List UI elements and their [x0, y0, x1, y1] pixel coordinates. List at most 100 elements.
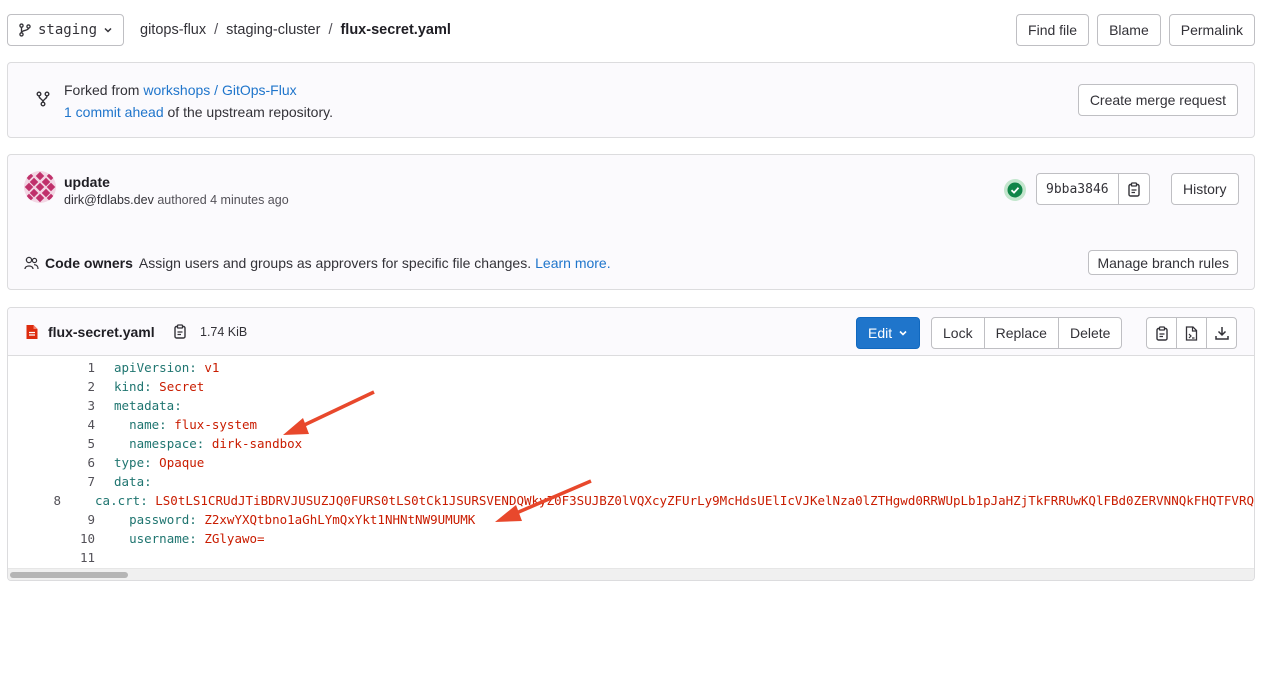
breadcrumb-project[interactable]: gitops-flux	[140, 22, 206, 38]
branch-icon	[19, 23, 31, 37]
yaml-key: ca.crt	[95, 493, 141, 508]
scrollbar-thumb[interactable]	[10, 572, 128, 578]
breadcrumb-separator: /	[214, 22, 219, 38]
code-line: 1 apiVersion: v1	[8, 358, 1254, 377]
line-number[interactable]: 2	[8, 377, 95, 396]
commit-meta: dirk@fdlabs.dev authored 4 minutes ago	[64, 193, 289, 207]
code-line: 9 password: Z2xwYXQtbno1aGhLYmQxYkt1NHNt…	[8, 510, 1254, 529]
copy-contents-button[interactable]	[1146, 317, 1177, 349]
fork-source-text: Forked from workshops / GitOps-Flux	[64, 82, 297, 98]
avatar[interactable]	[24, 171, 56, 203]
copy-icon[interactable]	[173, 324, 187, 339]
find-file-button[interactable]: Find file	[1016, 14, 1090, 46]
line-number[interactable]: 9	[8, 510, 95, 529]
file-icon	[26, 325, 38, 339]
commit-authored: authored 4 minutes ago	[157, 193, 289, 207]
chevron-down-icon	[899, 330, 907, 336]
yaml-value: v1	[204, 360, 220, 375]
yaml-key: kind	[114, 379, 145, 394]
horizontal-scrollbar[interactable]	[8, 568, 1254, 580]
code-content: username: ZGlyawo=	[129, 531, 265, 546]
breadcrumb-folder[interactable]: staging-cluster	[226, 22, 320, 38]
replace-button[interactable]: Replace	[983, 317, 1059, 349]
line-number[interactable]: 10	[8, 529, 95, 548]
commit-author[interactable]: dirk@fdlabs.dev	[64, 193, 154, 207]
code-content: ca.crt: LS0tLS1CRUdJTiBDRVJUSUZJQ0FURS0t…	[95, 493, 1254, 508]
code-content: name: flux-system	[129, 417, 258, 432]
code-line: 10 username: ZGlyawo=	[8, 529, 1254, 548]
yaml-key: namespace	[129, 436, 197, 451]
repo-header: staging gitops-flux / staging-cluster / …	[7, 14, 1255, 46]
code-content: apiVersion: v1	[114, 360, 220, 375]
history-button[interactable]: History	[1171, 173, 1239, 205]
yaml-value: flux-system	[174, 417, 258, 432]
permalink-button[interactable]: Permalink	[1168, 14, 1255, 46]
code-content: data:	[114, 474, 152, 489]
download-button[interactable]	[1206, 317, 1237, 349]
yaml-value: Opaque	[159, 455, 205, 470]
code-content: password: Z2xwYXQtbno1aGhLYmQxYkt1NHNtNW…	[129, 512, 476, 527]
yaml-key: password	[129, 512, 190, 527]
commits-ahead-link[interactable]: 1 commit ahead	[64, 104, 164, 120]
line-number[interactable]: 11	[8, 548, 95, 567]
line-number[interactable]: 4	[8, 415, 95, 434]
chevron-down-icon	[104, 27, 112, 33]
code-owners-text: Assign users and groups as approvers for…	[138, 255, 532, 271]
lock-button[interactable]: Lock	[931, 317, 985, 349]
commit-sha[interactable]: 9bba3846	[1036, 173, 1119, 205]
code-line: 8 ca.crt: LS0tLS1CRUdJTiBDRVJUSUZJQ0FURS…	[8, 491, 1254, 510]
copy-icon	[1155, 325, 1168, 341]
file-size: 1.74 KiB	[200, 325, 248, 339]
code-view: 1 apiVersion: v1 2 kind: Secret 3 metadata: 4 …	[8, 357, 1254, 567]
yaml-value: Z2xwYXQtbno1aGhLYmQxYkt1NHNtNW9UMUMK	[204, 512, 476, 527]
create-merge-request-button[interactable]: Create merge request	[1077, 84, 1238, 116]
users-icon	[24, 256, 39, 270]
line-number[interactable]: 7	[8, 472, 95, 491]
yaml-value: ZGlyawo=	[204, 531, 265, 546]
code-line: 5 namespace: dirk-sandbox	[8, 434, 1254, 453]
code-line: 3 metadata:	[8, 396, 1254, 415]
fork-source-link[interactable]: workshops / GitOps-Flux	[143, 82, 296, 98]
manage-branch-rules-button[interactable]: Manage branch rules	[1088, 250, 1238, 275]
blame-button[interactable]: Blame	[1097, 14, 1161, 46]
line-number[interactable]: 8	[8, 491, 61, 510]
delete-button[interactable]: Delete	[1057, 317, 1123, 349]
copy-sha-button[interactable]	[1118, 173, 1150, 205]
fork-info-panel: Forked from workshops / GitOps-Flux 1 co…	[7, 62, 1255, 138]
fork-prefix: Forked from	[64, 82, 140, 98]
branch-selector[interactable]: staging	[7, 14, 125, 46]
open-raw-button[interactable]	[1176, 317, 1207, 349]
yaml-key: name	[129, 417, 160, 432]
yaml-key: data	[114, 474, 145, 489]
check-circle-icon	[1007, 182, 1023, 198]
yaml-key: type	[114, 455, 145, 470]
code-content: kind: Secret	[114, 379, 205, 394]
copy-icon	[1127, 181, 1140, 197]
code-line: 4 name: flux-system	[8, 415, 1254, 434]
code-line: 11	[8, 548, 1254, 567]
line-number[interactable]: 5	[8, 434, 95, 453]
line-number[interactable]: 1	[8, 358, 95, 377]
breadcrumb-file: flux-secret.yaml	[340, 22, 451, 38]
line-number[interactable]: 6	[8, 453, 95, 472]
breadcrumb-separator: /	[328, 22, 333, 38]
download-icon	[1214, 327, 1229, 340]
branch-name: staging	[38, 22, 98, 38]
last-commit-panel: update dirk@fdlabs.dev authored 4 minute…	[7, 154, 1255, 290]
commit-title[interactable]: update	[64, 174, 110, 190]
edit-button-label: Edit	[868, 325, 893, 341]
code-line: 7 data:	[8, 472, 1254, 491]
pipeline-status[interactable]	[1004, 179, 1026, 201]
file-edit-actions: Lock Replace Delete	[931, 317, 1123, 349]
line-number[interactable]: 3	[8, 396, 95, 415]
yaml-value: LS0tLS1CRUdJTiBDRVJUSUZJQ0FURS0tLS0tCk1J…	[155, 493, 1254, 508]
file-header: flux-secret.yaml 1.74 KiB Edit Lock Repl…	[8, 308, 1254, 356]
yaml-value: dirk-sandbox	[211, 436, 303, 451]
code-content: metadata:	[114, 398, 182, 413]
breadcrumb: gitops-flux / staging-cluster / flux-sec…	[140, 22, 451, 38]
edit-button[interactable]: Edit	[856, 317, 921, 349]
learn-more-link[interactable]: Learn more.	[535, 255, 610, 271]
file-viewer: flux-secret.yaml 1.74 KiB Edit Lock Repl…	[7, 307, 1255, 581]
yaml-key: metadata	[114, 398, 175, 413]
file-actions: Find file Blame Permalink	[1016, 14, 1255, 46]
